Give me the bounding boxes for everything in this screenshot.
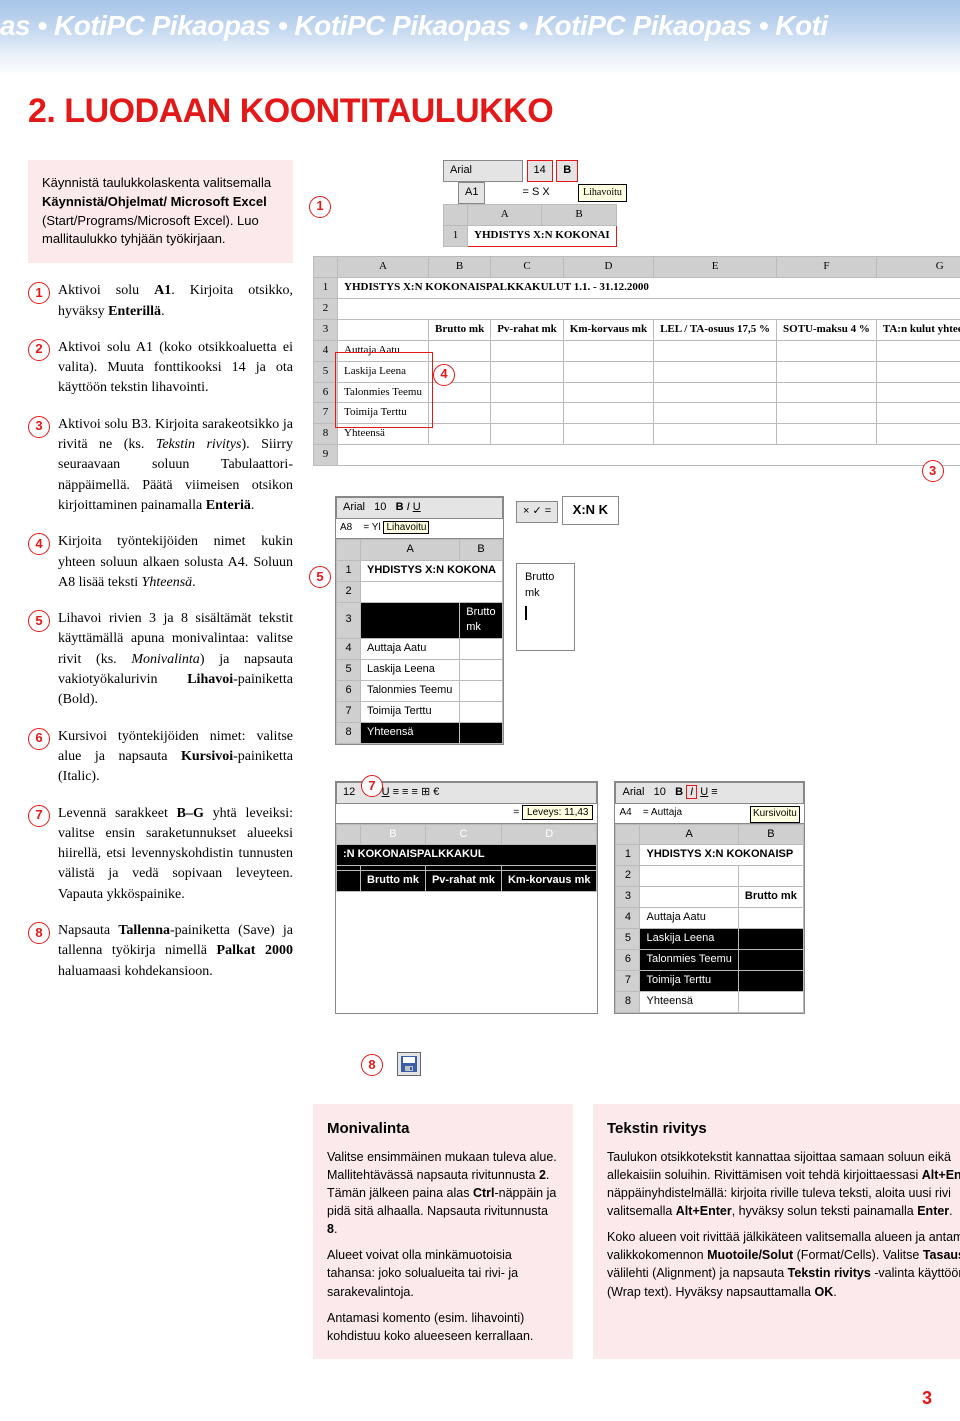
main-grid: ABCDEFG 1YHDISTYS X:N KOKONAISPALKKAKULU…: [313, 256, 960, 466]
monivalinta-title: Monivalinta: [327, 1118, 559, 1140]
step-item: 8 Napsauta Tallenna-painiketta (Save) ja…: [28, 921, 293, 982]
rivitys-box: Tekstin rivitys Taulukon otsikkotekstit …: [593, 1104, 960, 1359]
mini-grid-top: AB 1YHDISTYS X:N KOKONAI: [443, 204, 617, 247]
step-text: Kursivoi työntekijöiden nimet: valitse a…: [58, 727, 293, 788]
header-banner: as • KotiPC Pikaopas • KotiPC Pikaopas •…: [0, 0, 960, 77]
step-number: 8: [28, 922, 50, 944]
save-icon[interactable]: [397, 1052, 421, 1076]
step-number: 6: [28, 728, 50, 750]
font-name-select[interactable]: Arial: [443, 160, 523, 182]
step-item: 3 Aktivoi solu B3. Kirjoita sarakeotsikk…: [28, 415, 293, 516]
font-toolbar: Arial 14 B: [443, 160, 582, 182]
brutto-cell-shot: × ✓ = X:N K Brutto mk: [516, 496, 619, 763]
monivalinta-p2: Alueet voivat olla minkämuotoisia tahans…: [327, 1246, 559, 1300]
step-number: 7: [28, 805, 50, 827]
width-shot: 12 B I U ≡ ≡ ≡ ⊞ € = Leveys: 11,43 BCD :…: [335, 781, 598, 1014]
step-item: 5 Lihavoi rivien 3 ja 8 sisältämät tekst…: [28, 609, 293, 710]
step-text: Aktivoi solu B3. Kirjoita sarakeotsikko …: [58, 415, 293, 516]
callout-1: 1: [309, 196, 331, 218]
page-number: 3: [0, 1379, 960, 1421]
step-item: 2 Aktivoi solu A1 (koko otsikkoaluetta e…: [28, 338, 293, 399]
intro-text: Käynnistä taulukkolaskenta valitsemalla …: [42, 175, 271, 247]
page-title: 2. LUODAAN KOONTITAULUKKO: [28, 87, 932, 136]
monivalinta-p1: Valitse ensimmäinen mukaan tuleva alue. …: [327, 1148, 559, 1239]
step-number: 5: [28, 610, 50, 632]
font-size-select[interactable]: 14: [527, 160, 553, 182]
callout-8: 8: [361, 1054, 383, 1076]
monivalinta-p3: Antamasi komento (esim. lihavointi) kohd…: [327, 1309, 559, 1345]
step-number: 3: [28, 416, 50, 438]
step-text: Aktivoi solu A1 (koko otsikkoaluetta ei …: [58, 338, 293, 399]
step-text: Levennä sarakkeet B–G yhtä leveiksi: val…: [58, 804, 293, 905]
selection-shot: Arial 10 B I U A8 = Yl Lihavoitu AB 1YHD…: [335, 496, 504, 745]
step-item: 7 Levennä sarakkeet B–G yhtä leveiksi: v…: [28, 804, 293, 905]
rivitys-p2: Koko alueen voit rivittää jälkikäteen va…: [607, 1228, 960, 1301]
step-number: 2: [28, 339, 50, 361]
intro-box: Käynnistä taulukkolaskenta valitsemalla …: [28, 160, 293, 263]
name-box[interactable]: A1: [458, 182, 485, 204]
italic-shot: Arial 10 B I U ≡ A4 = Auttaja Kursivoitu…: [614, 781, 804, 1014]
callout-7: 7: [361, 775, 383, 797]
step-number: 1: [28, 282, 50, 304]
step-item: 6 Kursivoi työntekijöiden nimet: valitse…: [28, 727, 293, 788]
step-text: Aktivoi solu A1. Kirjoita otsikko, hyväk…: [58, 281, 293, 322]
callout-5: 5: [309, 566, 331, 588]
step-item: 1 Aktivoi solu A1. Kirjoita otsikko, hyv…: [28, 281, 293, 322]
tooltip-lihavoitu: Lihavoitu: [578, 184, 627, 203]
step-number: 4: [28, 533, 50, 555]
formula-bar: A1 = S X Lihavoitu: [458, 182, 550, 204]
step-list: 1 Aktivoi solu A1. Kirjoita otsikko, hyv…: [28, 281, 293, 982]
step-item: 4 Kirjoita työntekijöiden nimet kukin yh…: [28, 532, 293, 593]
step-text: Napsauta Tallenna-painiketta (Save) ja t…: [58, 921, 293, 982]
bold-button[interactable]: B: [556, 160, 578, 182]
rivitys-title: Tekstin rivitys: [607, 1118, 960, 1140]
callout-4: 4: [433, 364, 455, 386]
rivitys-p1: Taulukon otsikkotekstit kannattaa sijoit…: [607, 1148, 960, 1221]
callout-3: 3: [922, 460, 944, 482]
monivalinta-box: Monivalinta Valitse ensimmäinen mukaan t…: [313, 1104, 573, 1359]
step-text: Kirjoita työntekijöiden nimet kukin yhte…: [58, 532, 293, 593]
step-text: Lihavoi rivien 3 ja 8 sisältämät tekstit…: [58, 609, 293, 710]
